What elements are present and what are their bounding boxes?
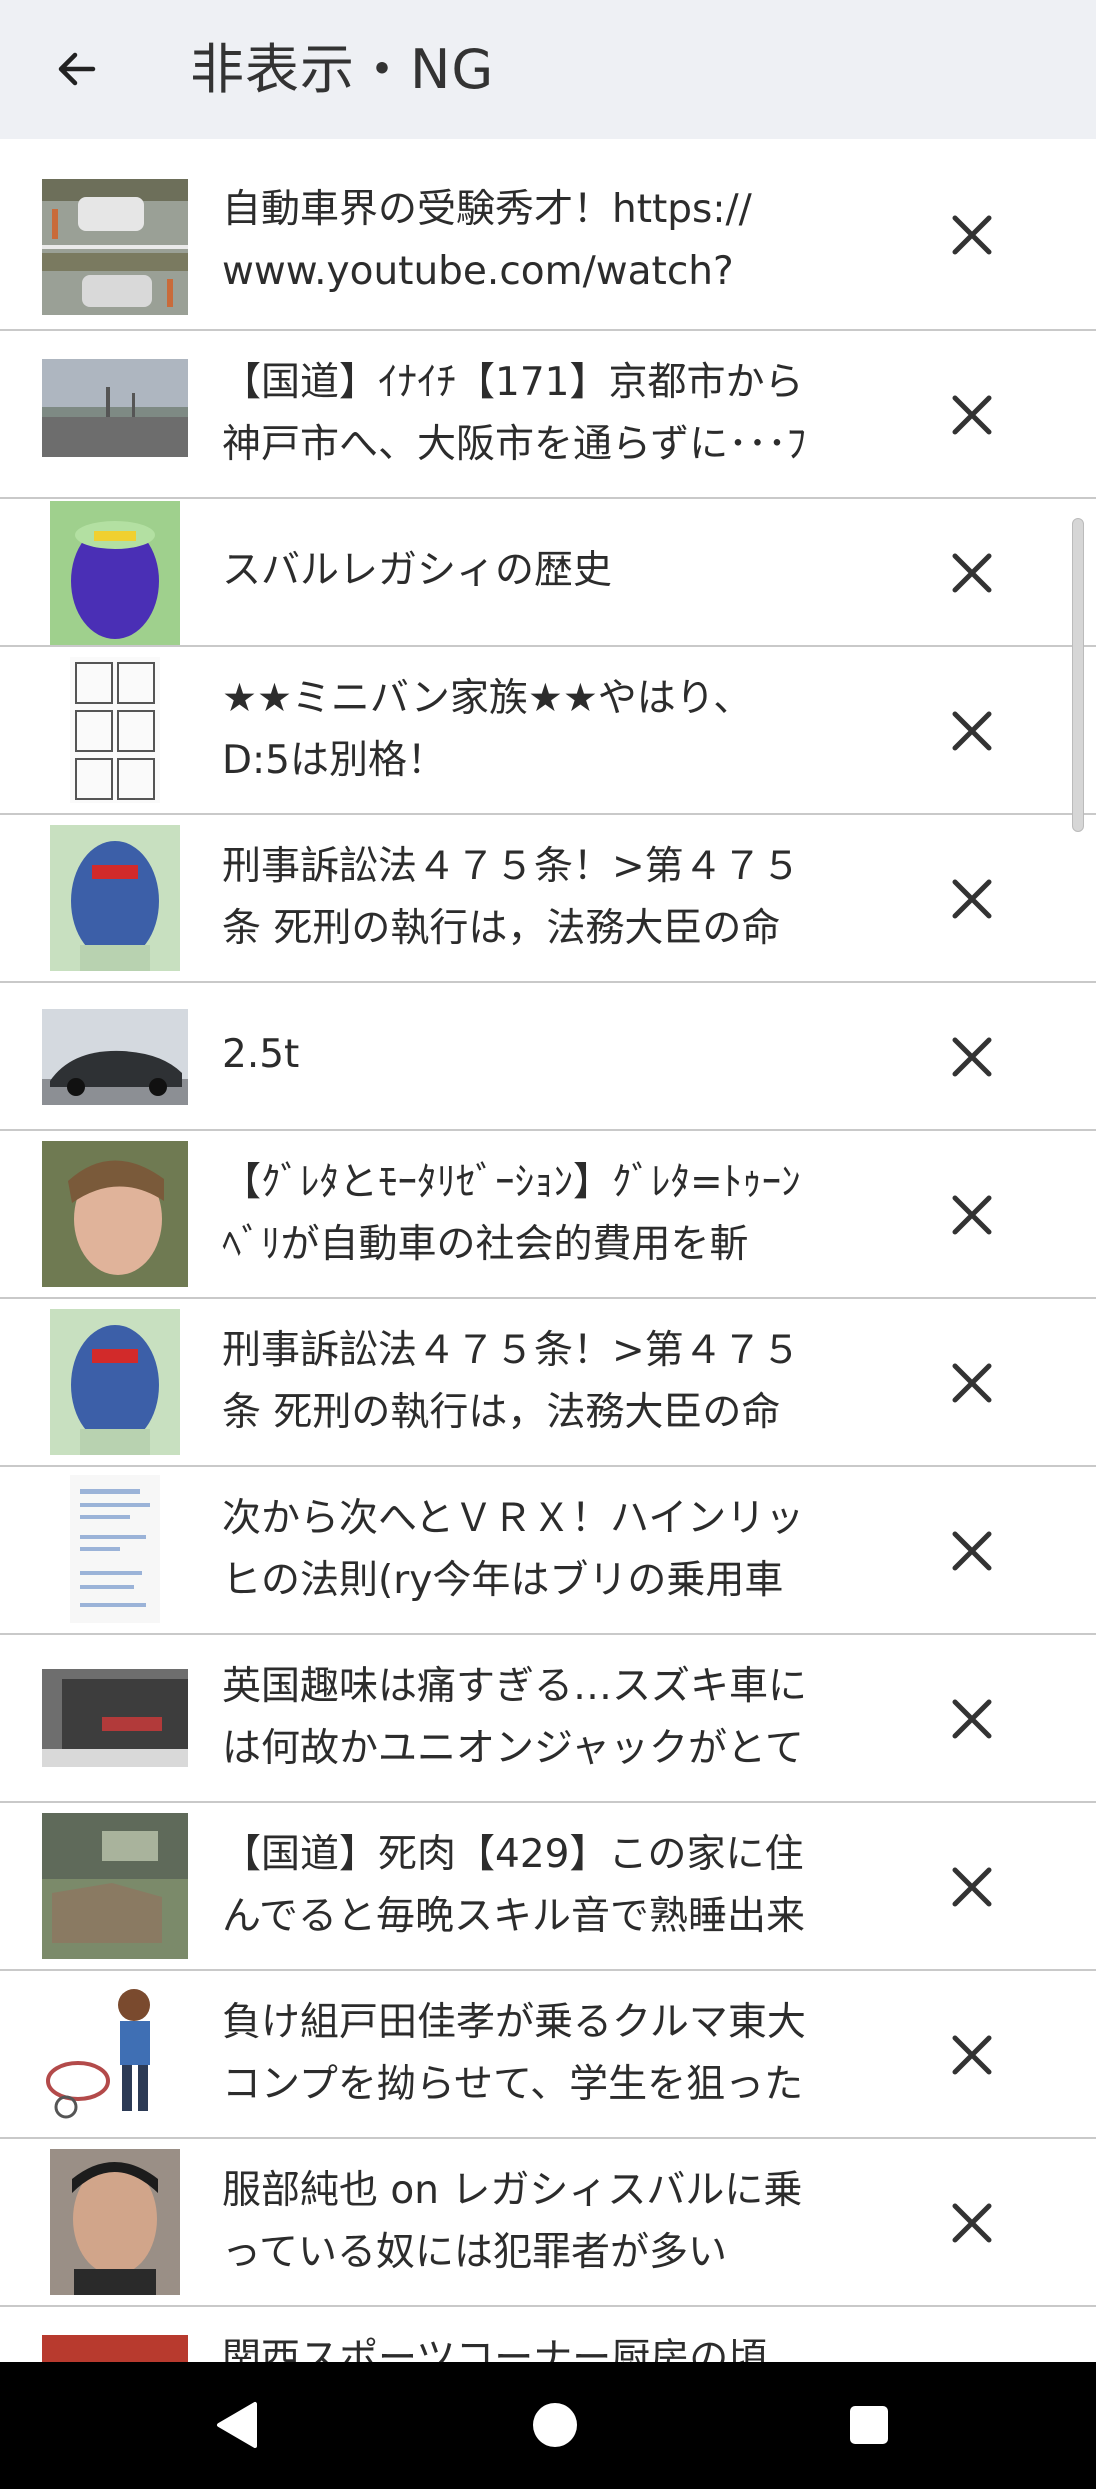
- item-title-line1: スバルレガシィの歴史: [222, 548, 613, 593]
- remove-button[interactable]: [942, 1521, 1002, 1581]
- arrow-back-icon: [58, 52, 96, 86]
- item-title-line1: 【国道】ｲﾅｲﾁ【171】京都市から: [222, 360, 804, 405]
- remove-button[interactable]: [942, 2193, 1002, 2253]
- system-nav-bar: [0, 2362, 1096, 2489]
- list-item: 刑事訴訟法４７５条！>第４７５ 条 死刑の執行は，法務大臣の命: [0, 1299, 1096, 1467]
- item-title-line1: 【ｸﾞﾚﾀとﾓｰﾀﾘｾﾞｰｼｮﾝ】ｸﾞﾚﾀ=ﾄｩｰﾝ: [222, 1160, 801, 1205]
- remove-button[interactable]: [942, 1857, 1002, 1917]
- close-icon: [952, 1195, 992, 1235]
- item-title-line2: ヒの法則(ry今年はブリの乗用車: [222, 1558, 784, 1603]
- item-title-line2: んでると毎晩スキル音で熟睡出来: [222, 1894, 806, 1939]
- list-item: 2.5t: [0, 983, 1096, 1131]
- item-title-line1: 刑事訴訟法４７５条！>第４７５: [222, 1328, 801, 1373]
- list-item: スバルレガシィの歴史: [0, 499, 1096, 647]
- nav-home-button[interactable]: [520, 2390, 590, 2460]
- page-title: 非表示・NG: [190, 38, 495, 101]
- item-title-line1: 負け組戸田佳孝が乗るクルマ東大: [222, 2000, 806, 2045]
- thumbnail: [42, 359, 188, 457]
- nav-back-icon: [217, 2402, 257, 2448]
- thumbnail: [42, 1669, 188, 1767]
- item-title-line2: 条 死刑の執行は，法務大臣の命: [222, 1390, 781, 1435]
- thumbnail: [70, 1475, 160, 1623]
- list-item: 服部純也 on レガシィスバルに乗 っている奴には犯罪者が多い: [0, 2139, 1096, 2307]
- back-button[interactable]: [44, 36, 110, 102]
- remove-button[interactable]: [942, 2025, 1002, 2085]
- remove-button[interactable]: [942, 701, 1002, 761]
- list-item: 【国道】死肉【429】この家に住 んでると毎晩スキル音で熟睡出来: [0, 1803, 1096, 1971]
- remove-button[interactable]: [942, 1027, 1002, 1087]
- ng-list[interactable]: 自動車界の受験秀才！https:// www.youtube.com/watch…: [0, 139, 1096, 2362]
- close-icon: [952, 1531, 992, 1571]
- item-title-line2: っている奴には犯罪者が多い: [222, 2230, 728, 2275]
- close-icon: [952, 711, 992, 751]
- thumbnail: [42, 1813, 188, 1959]
- nav-back-button[interactable]: [202, 2390, 272, 2460]
- remove-button[interactable]: [942, 543, 1002, 603]
- thumbnail: [50, 2149, 180, 2295]
- scrollbar[interactable]: [1072, 518, 1084, 832]
- item-title-line1: 英国趣味は痛すぎる…スズキ車に: [222, 1664, 808, 1709]
- list-item: 関西スポーツコーナー厨房の頃: [0, 2307, 1096, 2362]
- item-title-line1: 刑事訴訟法４７５条！>第４７５: [222, 844, 801, 889]
- thumbnail: [42, 179, 188, 315]
- item-title-line2: コンプを拗らせて、学生を狙った: [222, 2062, 804, 2107]
- item-title-line1: 服部純也 on レガシィスバルに乗: [222, 2168, 803, 2213]
- item-title-line2: は何故かユニオンジャックがとて: [222, 1726, 804, 1771]
- thumbnail: [50, 1309, 180, 1455]
- list-item: 次から次へとＶＲＸ！ハインリッ ヒの法則(ry今年はブリの乗用車: [0, 1467, 1096, 1635]
- close-icon: [952, 395, 992, 435]
- remove-button[interactable]: [942, 385, 1002, 445]
- thumbnail: [42, 1141, 188, 1287]
- close-icon: [952, 2203, 992, 2243]
- item-title-line1: 自動車界の受験秀才！https://: [222, 187, 752, 232]
- item-title-line1: 2.5t: [222, 1032, 300, 1077]
- thumbnail: [50, 825, 180, 971]
- close-icon: [952, 1867, 992, 1907]
- list-item: 刑事訴訟法４７５条！>第４７５ 条 死刑の執行は，法務大臣の命: [0, 815, 1096, 983]
- nav-recents-icon: [850, 2406, 888, 2444]
- thumbnail: [42, 1981, 188, 2127]
- close-icon: [952, 215, 992, 255]
- close-icon: [952, 1699, 992, 1739]
- list-item: 【ｸﾞﾚﾀとﾓｰﾀﾘｾﾞｰｼｮﾝ】ｸﾞﾚﾀ=ﾄｩｰﾝ ﾍﾞﾘが自動車の社会的費用…: [0, 1131, 1096, 1299]
- list-item: 負け組戸田佳孝が乗るクルマ東大 コンプを拗らせて、学生を狙った: [0, 1971, 1096, 2139]
- item-title-line2: 神戸市へ、大阪市を通らずに･･･ﾌ: [222, 422, 807, 467]
- nav-recents-button[interactable]: [834, 2390, 904, 2460]
- list-item: ★★ミニバン家族★★やはり、 D:5は別格！: [0, 647, 1096, 815]
- remove-button[interactable]: [942, 205, 1002, 265]
- item-title-line1: 【国道】死肉【429】この家に住: [222, 1832, 804, 1877]
- item-title-line2: 条 死刑の執行は，法務大臣の命: [222, 906, 781, 951]
- remove-button[interactable]: [942, 869, 1002, 929]
- item-title-line2: www.youtube.com/watch?: [222, 249, 734, 294]
- close-icon: [952, 1363, 992, 1403]
- item-title-line2: ﾍﾞﾘが自動車の社会的費用を斬: [222, 1222, 749, 1267]
- close-icon: [952, 553, 992, 593]
- app-bar: 非表示・NG: [0, 0, 1096, 139]
- thumbnail: [70, 657, 160, 803]
- thumbnail: [50, 501, 180, 645]
- close-icon: [952, 879, 992, 919]
- list-item: 【国道】ｲﾅｲﾁ【171】京都市から 神戸市へ、大阪市を通らずに･･･ﾌ: [0, 331, 1096, 499]
- thumbnail: [42, 2335, 188, 2362]
- item-title-line1: 次から次へとＶＲＸ！ハインリッ: [222, 1496, 805, 1541]
- remove-button[interactable]: [942, 1689, 1002, 1749]
- remove-button[interactable]: [942, 1185, 1002, 1245]
- nav-home-icon: [533, 2403, 577, 2447]
- close-icon: [952, 2035, 992, 2075]
- list-item: 自動車界の受験秀才！https:// www.youtube.com/watch…: [0, 139, 1096, 331]
- item-title-line2: D:5は別格！: [222, 738, 446, 783]
- item-title-line1: ★★ミニバン家族★★やはり、: [222, 676, 753, 721]
- item-title-line1: 関西スポーツコーナー厨房の頃: [222, 2336, 768, 2362]
- thumbnail: [42, 1009, 188, 1105]
- close-icon: [952, 1037, 992, 1077]
- list-item: 英国趣味は痛すぎる…スズキ車に は何故かユニオンジャックがとて: [0, 1635, 1096, 1803]
- remove-button[interactable]: [942, 1353, 1002, 1413]
